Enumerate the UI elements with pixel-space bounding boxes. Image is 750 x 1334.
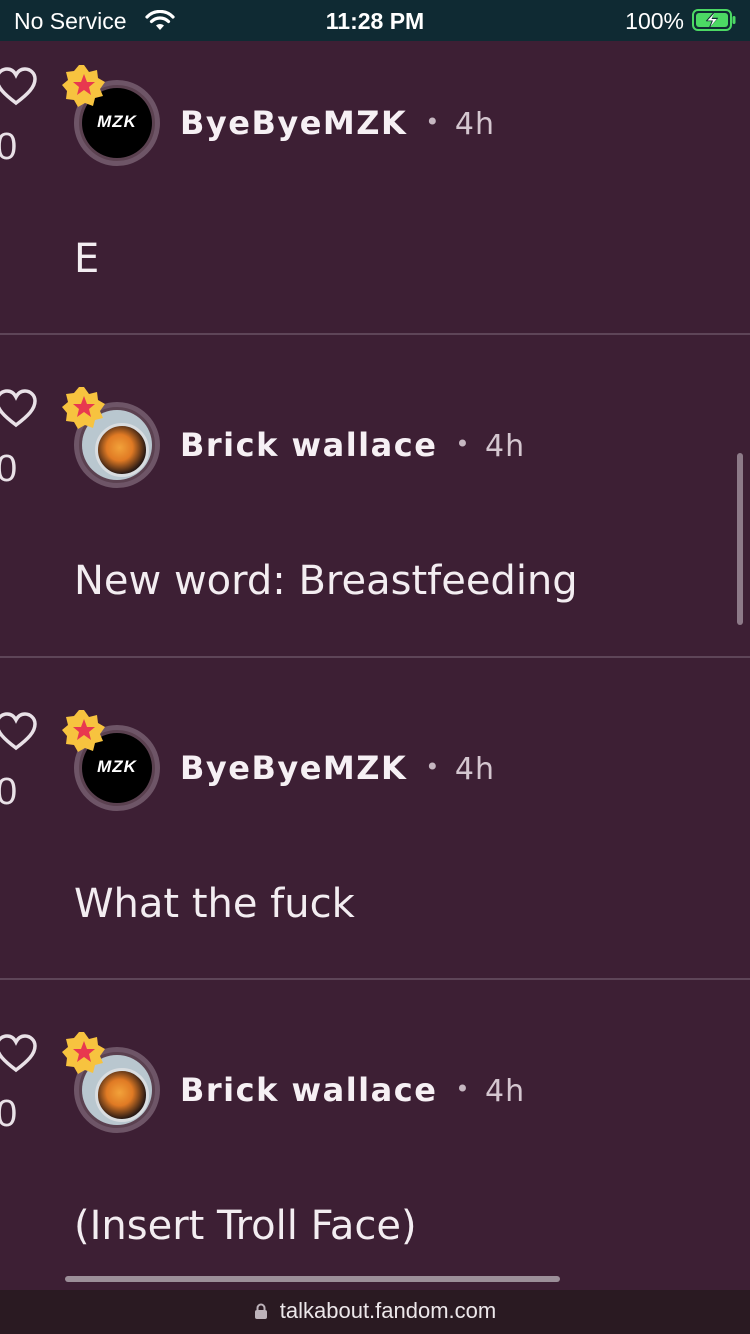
like-count: 0 <box>0 771 18 813</box>
heart-icon[interactable] <box>0 1033 38 1073</box>
separator-dot: • <box>425 108 441 136</box>
username[interactable]: Brick wallace <box>180 1071 437 1109</box>
comment-text: (Insert Troll Face) <box>74 1203 417 1249</box>
heart-icon[interactable] <box>0 388 38 428</box>
avatar-image <box>95 423 149 477</box>
timestamp: 4h <box>454 107 496 142</box>
avatar-label: MZK <box>97 757 137 776</box>
comment-text: E <box>74 236 100 282</box>
star-badge-icon <box>62 65 105 107</box>
scrollbar[interactable] <box>737 453 743 625</box>
like-count: 0 <box>0 448 18 490</box>
star-badge-icon <box>62 1032 105 1074</box>
timestamp: 4h <box>485 1074 526 1109</box>
heart-icon[interactable] <box>0 66 38 106</box>
lock-icon <box>254 1303 267 1319</box>
url-text[interactable]: talkabout.fandom.com <box>280 1298 496 1323</box>
home-indicator[interactable] <box>65 1276 560 1282</box>
status-bar: No Service 11:28 PM 100% <box>0 0 750 41</box>
like-count: 0 <box>0 1093 18 1135</box>
separator-dot: • <box>455 430 472 458</box>
star-badge-icon <box>62 710 105 752</box>
comment-item: 0 MZK ByeByeMZK • 4h E <box>0 41 750 322</box>
comment-author-line: Brick wallace • 4h <box>180 1071 525 1109</box>
comment-author-line: ByeByeMZK • 4h <box>180 104 495 142</box>
heart-icon[interactable] <box>0 711 38 751</box>
timestamp: 4h <box>454 752 496 787</box>
comment-text: New word: Breastfeeding <box>74 558 578 604</box>
like-count: 0 <box>0 126 18 168</box>
battery-percent: 100% <box>625 8 684 34</box>
comment-item: 0 MZK ByeByeMZK • 4h What the fuck <box>0 658 750 980</box>
username[interactable]: Brick wallace <box>180 426 437 464</box>
separator-dot: • <box>425 753 441 781</box>
comment-feed[interactable]: 0 MZK ByeByeMZK • 4h E 0 Brick wallace • 4h … <box>0 41 750 1290</box>
comment-text: What the fuck <box>74 881 355 927</box>
username[interactable]: ByeByeMZK <box>180 749 407 787</box>
avatar-label: MZK <box>97 112 137 131</box>
star-badge-icon <box>62 387 105 429</box>
username[interactable]: ByeByeMZK <box>180 104 407 142</box>
url-bar[interactable]: talkabout.fandom.com <box>0 1290 750 1334</box>
comment-author-line: Brick wallace • 4h <box>180 426 525 464</box>
battery-charging-icon <box>692 9 736 31</box>
timestamp: 4h <box>485 429 526 464</box>
comment-item: 0 Brick wallace • 4h (Insert Troll Face) <box>0 980 750 1290</box>
comment-item: 0 Brick wallace • 4h New word: Breastfeedi… <box>0 335 750 657</box>
comment-author-line: ByeByeMZK • 4h <box>180 749 495 787</box>
separator-dot: • <box>455 1075 472 1103</box>
avatar-image <box>95 1068 149 1122</box>
